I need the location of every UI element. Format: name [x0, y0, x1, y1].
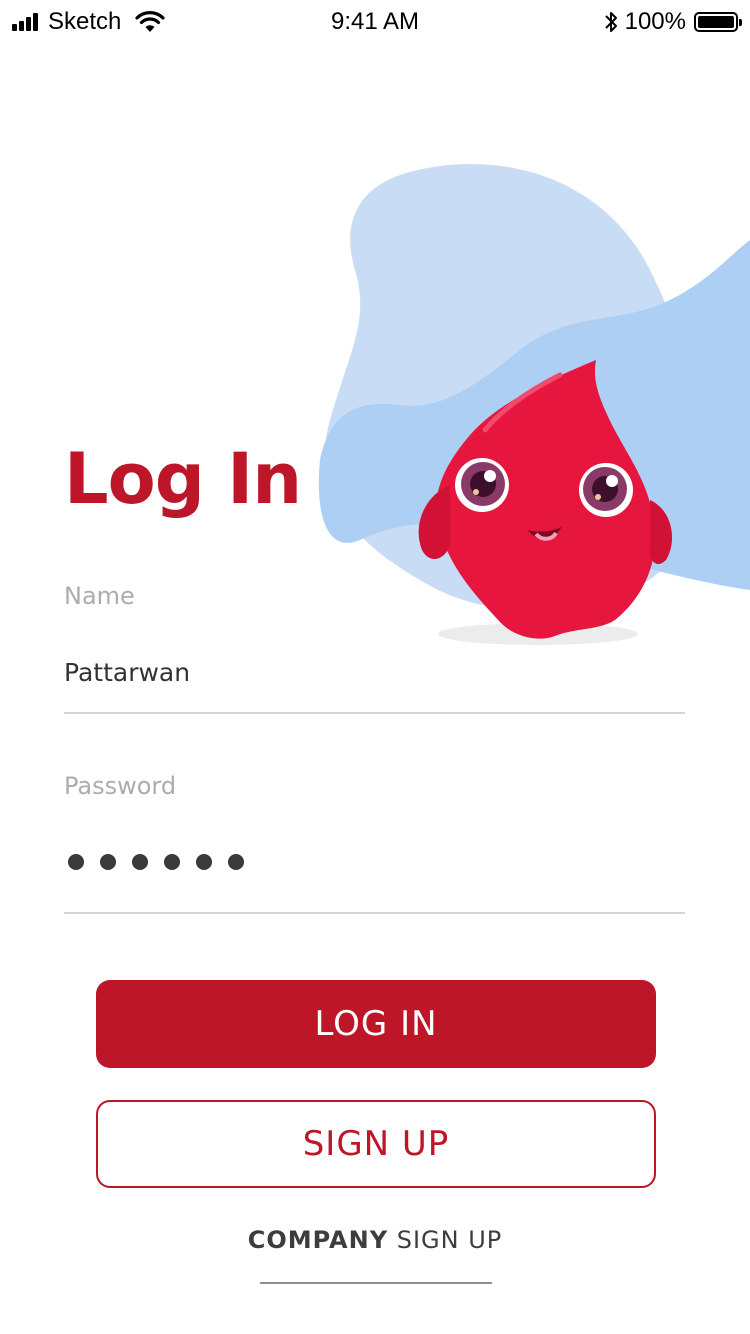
company-signup-rest: SIGN UP — [396, 1226, 503, 1254]
password-underline — [64, 912, 685, 914]
name-input-value[interactable]: Pattarwan — [64, 658, 190, 687]
name-label: Name — [64, 582, 135, 610]
signup-button[interactable]: SIGN UP — [96, 1100, 656, 1188]
password-dot — [164, 854, 180, 870]
name-field[interactable]: Name Pattarwan — [64, 582, 685, 716]
name-underline — [64, 712, 685, 714]
company-signup-link[interactable]: COMPANY SIGN UP — [0, 1226, 750, 1254]
status-bar: Sketch 9:41 AM 100% — [0, 0, 750, 44]
page-title: Log In — [64, 438, 302, 520]
company-signup-bold: COMPANY — [247, 1226, 389, 1254]
login-button[interactable]: LOG IN — [96, 980, 656, 1068]
password-input-value[interactable] — [68, 854, 260, 870]
password-dot — [132, 854, 148, 870]
password-dot — [196, 854, 212, 870]
password-dot — [68, 854, 84, 870]
password-label: Password — [64, 772, 177, 800]
password-dot — [228, 854, 244, 870]
status-right: 100% — [603, 8, 742, 36]
battery-icon — [694, 12, 742, 32]
password-field[interactable]: Password — [64, 772, 685, 916]
battery-percentage: 100% — [624, 8, 686, 35]
home-indicator — [260, 1282, 492, 1284]
bluetooth-icon — [604, 12, 617, 32]
password-dot — [100, 854, 116, 870]
